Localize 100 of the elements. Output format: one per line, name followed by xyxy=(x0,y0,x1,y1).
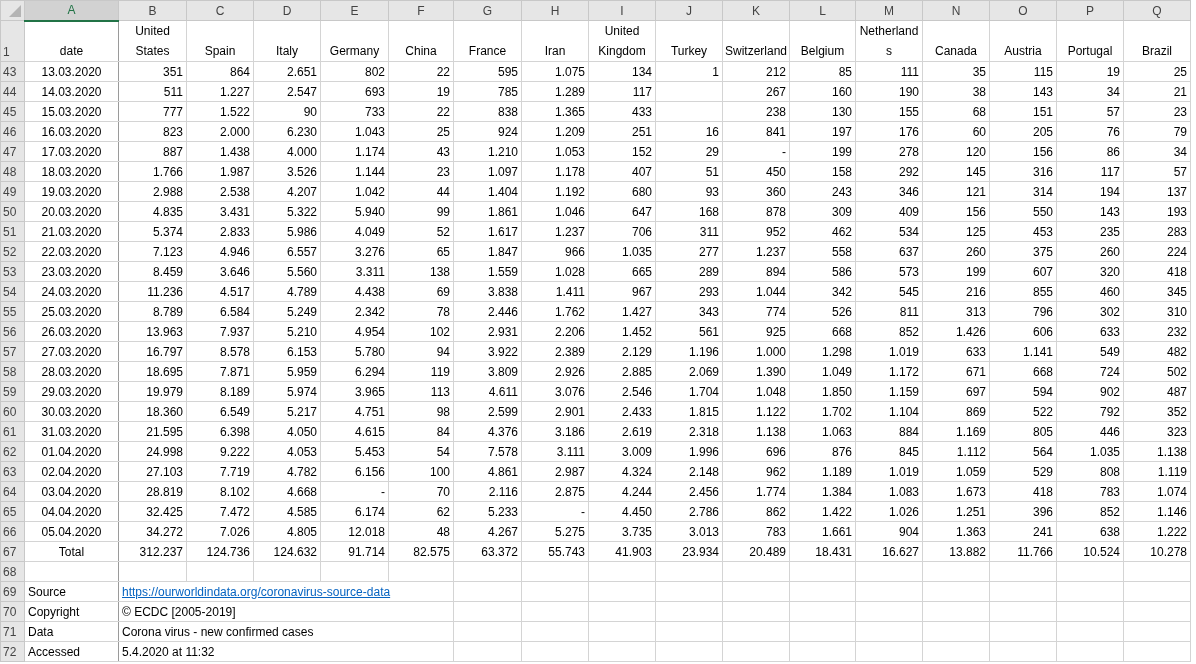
table-cell: 197 xyxy=(789,121,856,142)
row-header[interactable]: 54 xyxy=(0,281,25,302)
table-cell: 2.000 xyxy=(186,121,254,142)
table-cell: 2.206 xyxy=(521,321,589,342)
row-header[interactable]: 69 xyxy=(0,581,25,602)
row-header[interactable]: 70 xyxy=(0,601,25,622)
column-title: Iran xyxy=(521,20,589,62)
table-cell: 156 xyxy=(922,201,990,222)
row-header[interactable]: 51 xyxy=(0,221,25,242)
table-cell: 534 xyxy=(855,221,923,242)
table-cell: 23 xyxy=(388,161,454,182)
table-cell: 01.04.2020 xyxy=(24,441,119,462)
column-header[interactable]: B xyxy=(118,0,187,21)
table-cell: 194 xyxy=(1056,181,1124,202)
row-header[interactable]: 45 xyxy=(0,101,25,122)
table-cell: 19 xyxy=(388,81,454,102)
table-cell: 433 xyxy=(588,101,656,122)
table-cell: 343 xyxy=(655,301,723,322)
table-cell: 16.03.2020 xyxy=(24,121,119,142)
row-header[interactable]: 50 xyxy=(0,201,25,222)
table-cell: 1.847 xyxy=(453,241,522,262)
column-header[interactable]: E xyxy=(320,0,389,21)
table-cell: 2.926 xyxy=(521,361,589,382)
table-cell: 160 xyxy=(789,81,856,102)
table-cell: 65 xyxy=(388,241,454,262)
table-cell: 134 xyxy=(588,61,656,82)
table-cell: © ECDC [2005-2019] xyxy=(118,601,454,622)
row-header[interactable]: 67 xyxy=(0,541,25,562)
table-cell: 23.03.2020 xyxy=(24,261,119,282)
table-cell: 1.172 xyxy=(855,361,923,382)
column-header[interactable]: I xyxy=(588,0,656,21)
table-cell: 1.083 xyxy=(855,481,923,502)
row-header[interactable]: 71 xyxy=(0,621,25,642)
row-header[interactable]: 63 xyxy=(0,461,25,482)
table-cell: 6.549 xyxy=(186,401,254,422)
column-title: Netherlands xyxy=(855,20,923,62)
column-header[interactable]: G xyxy=(453,0,522,21)
table-cell: 119 xyxy=(388,361,454,382)
column-header[interactable]: L xyxy=(789,0,856,21)
table-cell: 1.702 xyxy=(789,401,856,422)
row-header[interactable]: 48 xyxy=(0,161,25,182)
table-cell: 14.03.2020 xyxy=(24,81,119,102)
table-cell: 1.438 xyxy=(186,141,254,162)
column-header[interactable]: K xyxy=(722,0,790,21)
row-header[interactable]: 52 xyxy=(0,241,25,262)
column-header[interactable]: N xyxy=(922,0,990,21)
row-header[interactable]: 62 xyxy=(0,441,25,462)
column-header[interactable]: M xyxy=(855,0,923,21)
select-all-icon[interactable] xyxy=(9,4,21,17)
row-header[interactable]: 66 xyxy=(0,521,25,542)
table-cell: 03.04.2020 xyxy=(24,481,119,502)
row-header[interactable]: 58 xyxy=(0,361,25,382)
column-header[interactable]: Q xyxy=(1123,0,1191,21)
row-header[interactable]: 59 xyxy=(0,381,25,402)
row-header[interactable]: 46 xyxy=(0,121,25,142)
table-cell: 251 xyxy=(588,121,656,142)
table-cell: 3.646 xyxy=(186,261,254,282)
table-cell: 4.946 xyxy=(186,241,254,262)
column-header[interactable]: P xyxy=(1056,0,1124,21)
table-cell: 1.522 xyxy=(186,101,254,122)
column-title: date xyxy=(24,20,119,62)
row-header[interactable]: 65 xyxy=(0,501,25,522)
column-header[interactable]: A xyxy=(24,0,119,21)
column-header[interactable]: O xyxy=(989,0,1057,21)
row-header[interactable]: 53 xyxy=(0,261,25,282)
table-cell: 841 xyxy=(722,121,790,142)
table-cell: 82.575 xyxy=(388,541,454,562)
table-cell: 796 xyxy=(989,301,1057,322)
table-cell: 22 xyxy=(388,61,454,82)
table-cell: 1.704 xyxy=(655,381,723,402)
table-cell: 5.233 xyxy=(453,501,522,522)
row-header[interactable]: 64 xyxy=(0,481,25,502)
table-cell: 904 xyxy=(855,521,923,542)
row-header[interactable]: 68 xyxy=(0,561,25,582)
table-cell: 1.178 xyxy=(521,161,589,182)
row-header[interactable]: 47 xyxy=(0,141,25,162)
column-header[interactable]: C xyxy=(186,0,254,21)
table-cell: 27.03.2020 xyxy=(24,341,119,362)
table-cell: 2.389 xyxy=(521,341,589,362)
table-cell: 3.735 xyxy=(588,521,656,542)
column-header[interactable]: H xyxy=(521,0,589,21)
table-cell: 2.875 xyxy=(521,481,589,502)
row-header[interactable]: 60 xyxy=(0,401,25,422)
table-cell: 151 xyxy=(989,101,1057,122)
row-header[interactable]: 44 xyxy=(0,81,25,102)
row-header[interactable]: 57 xyxy=(0,341,25,362)
row-header[interactable]: 1 xyxy=(0,20,25,62)
table-cell: 21 xyxy=(1123,81,1191,102)
row-header[interactable]: 61 xyxy=(0,421,25,442)
column-header[interactable]: F xyxy=(388,0,454,21)
row-header[interactable]: 72 xyxy=(0,641,25,662)
row-header[interactable]: 55 xyxy=(0,301,25,322)
table-cell: 2.901 xyxy=(521,401,589,422)
column-header[interactable]: J xyxy=(655,0,723,21)
row-header[interactable]: 43 xyxy=(0,61,25,82)
table-cell: 511 xyxy=(118,81,187,102)
table-cell: 545 xyxy=(855,281,923,302)
row-header[interactable]: 49 xyxy=(0,181,25,202)
column-header[interactable]: D xyxy=(253,0,321,21)
row-header[interactable]: 56 xyxy=(0,321,25,342)
